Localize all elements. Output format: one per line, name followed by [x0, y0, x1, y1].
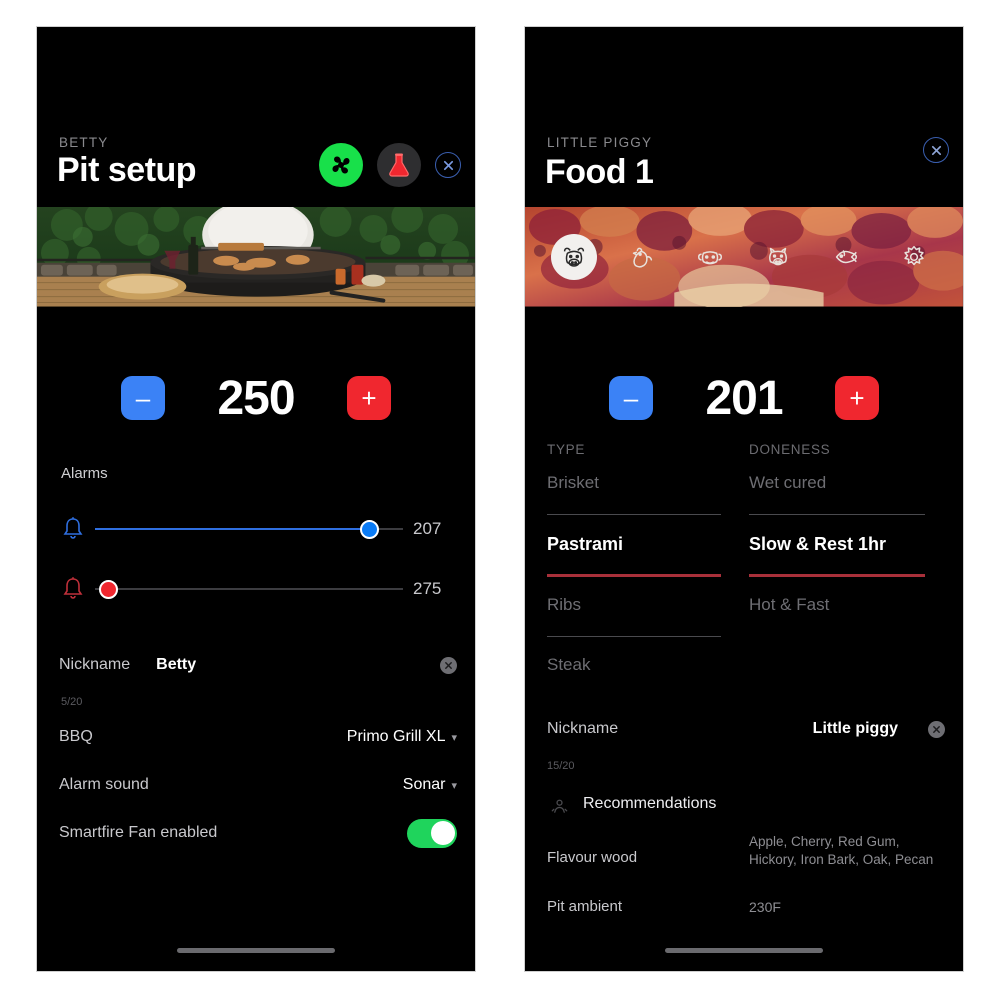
right-page-title: Food 1: [545, 153, 654, 191]
pig-icon[interactable]: [755, 234, 801, 280]
right-header-actions: [923, 137, 949, 163]
chicken-icon[interactable]: [619, 234, 665, 280]
close-icon[interactable]: [923, 137, 949, 163]
doneness-column-header: DONENESS: [749, 442, 831, 457]
left-temperature-value: 250: [217, 371, 295, 425]
doneness-option-slow-rest-selected[interactable]: Slow & Rest 1hr: [749, 534, 886, 555]
right-temperature-stepper: – 201 +: [525, 363, 963, 433]
left-temperature-stepper: – 250 +: [37, 363, 475, 433]
bbq-label: BBQ: [59, 728, 93, 745]
slider-thumb[interactable]: [99, 580, 119, 599]
fish-icon[interactable]: [823, 234, 869, 280]
alarm-sound-label: Alarm sound: [59, 776, 149, 793]
bell-icon-blue: [51, 516, 95, 542]
right-temperature-value: 201: [705, 371, 783, 425]
fan-icon[interactable]: [319, 143, 363, 187]
doneness-selected-underline: [749, 574, 925, 577]
type-selected-underline: [547, 574, 721, 577]
alarm-slider-low-track[interactable]: [95, 514, 403, 544]
left-eyebrow-device-name: BETTY: [59, 135, 109, 150]
phone-screen-food-setup: LITTLE PIGGY Food 1 – 201 + TYPE Brisket…: [524, 26, 964, 972]
clear-nickname-icon[interactable]: [440, 656, 457, 674]
temp-decrease-button[interactable]: –: [609, 376, 653, 420]
recommendations-label: Recommendations: [583, 795, 717, 812]
temp-increase-button[interactable]: +: [347, 376, 391, 420]
nickname-row[interactable]: Nickname Little piggy: [547, 712, 945, 746]
cow-icon[interactable]: [551, 234, 597, 280]
alarm-low-value: 207: [413, 519, 442, 538]
chevron-down-icon[interactable]: ▾: [451, 731, 457, 744]
alarm-slider-high-track[interactable]: [95, 574, 403, 604]
right-hero-image: [525, 207, 963, 307]
doneness-option-wet-cured[interactable]: Wet cured: [749, 473, 826, 493]
left-hero-image: [37, 207, 475, 307]
type-column-header: TYPE: [547, 442, 586, 457]
smartfire-fan-label: Smartfire Fan enabled: [59, 824, 218, 841]
nickname-char-counter: 15/20: [547, 760, 575, 772]
phone-screen-pit-setup: BETTY Pit setup – 250 + Alarms 207 275 N…: [36, 26, 476, 972]
nickname-row[interactable]: Nickname Betty: [59, 648, 457, 682]
left-page-title: Pit setup: [57, 151, 197, 189]
bbq-value: Primo Grill XL: [346, 728, 446, 745]
chevron-down-icon[interactable]: ▾: [451, 779, 457, 792]
type-option-pastrami-selected[interactable]: Pastrami: [547, 534, 623, 555]
smartfire-fan-row[interactable]: Smartfire Fan enabled: [59, 816, 457, 850]
type-divider-2: [547, 636, 721, 637]
alarm-high-value: 275: [413, 579, 442, 598]
animal-type-selector: [525, 207, 963, 307]
pit-ambient-label: Pit ambient: [547, 898, 623, 915]
type-option-steak[interactable]: Steak: [547, 655, 590, 675]
flavour-wood-label: Flavour wood: [547, 849, 638, 866]
smartfire-fan-toggle[interactable]: [407, 818, 457, 848]
alarms-section-label: Alarms: [61, 465, 108, 482]
slider-track-fill: [95, 528, 370, 530]
left-header-actions: [319, 143, 461, 187]
type-option-brisket[interactable]: Brisket: [547, 473, 599, 493]
screenshot-canvas: BETTY Pit setup – 250 + Alarms 207 275 N…: [0, 0, 1000, 1000]
recommendations-icon: [551, 798, 568, 819]
doneness-divider-1: [749, 514, 925, 515]
clear-nickname-icon[interactable]: [928, 720, 945, 738]
pit-ambient-value: 230F: [749, 899, 781, 915]
home-indicator: [177, 948, 335, 953]
type-divider-1: [547, 514, 721, 515]
close-icon[interactable]: [435, 152, 461, 178]
flavour-wood-value: Apple, Cherry, Red Gum, Hickory, Iron Ba…: [749, 834, 934, 868]
alarm-slider-low[interactable]: 207: [37, 508, 475, 550]
left-header: BETTY Pit setup: [37, 27, 475, 205]
type-option-ribs[interactable]: Ribs: [547, 595, 581, 615]
alarm-slider-high[interactable]: 275: [37, 568, 475, 610]
nickname-value[interactable]: Betty: [156, 656, 196, 674]
nickname-label: Nickname: [59, 656, 131, 673]
home-indicator: [665, 948, 823, 953]
doneness-option-hot-fast[interactable]: Hot & Fast: [749, 595, 829, 615]
toggle-knob: [430, 821, 455, 845]
nickname-value[interactable]: Little piggy: [813, 720, 898, 738]
alarm-sound-row[interactable]: Alarm sound Sonar ▾: [59, 768, 457, 802]
lamb-icon[interactable]: [687, 234, 733, 280]
temp-increase-button[interactable]: +: [835, 376, 879, 420]
right-header: LITTLE PIGGY Food 1: [525, 27, 963, 205]
right-eyebrow-device-name: LITTLE PIGGY: [547, 135, 653, 150]
temp-decrease-button[interactable]: –: [121, 376, 165, 420]
bell-icon-red: [51, 576, 95, 602]
slider-track: [95, 588, 403, 590]
slider-thumb[interactable]: [359, 520, 379, 539]
alarm-sound-value: Sonar: [402, 776, 446, 793]
flask-icon[interactable]: [377, 143, 421, 187]
bbq-row[interactable]: BBQ Primo Grill XL ▾: [59, 720, 457, 754]
vegetable-icon[interactable]: [891, 234, 937, 280]
nickname-label: Nickname: [547, 720, 619, 737]
nickname-char-counter: 5/20: [61, 696, 83, 708]
